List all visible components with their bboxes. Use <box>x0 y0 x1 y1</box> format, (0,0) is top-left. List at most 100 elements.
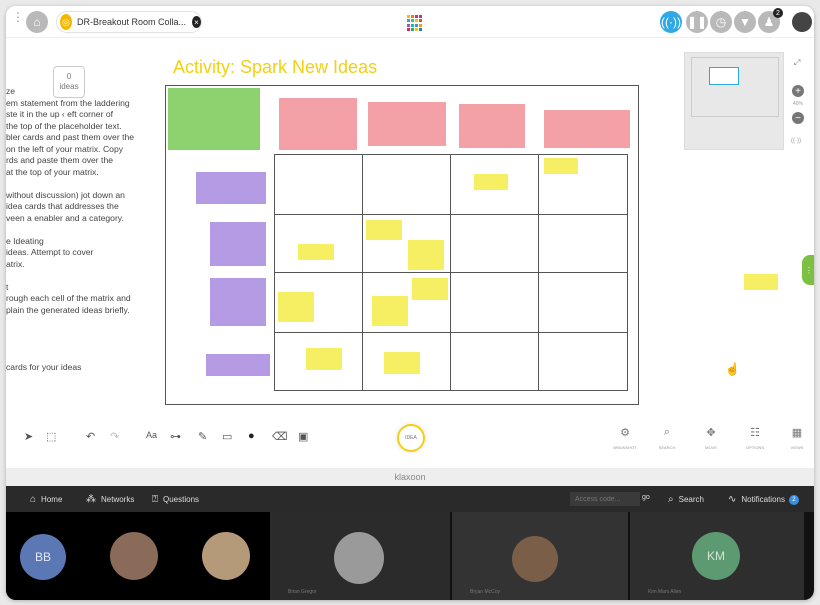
pause-icon[interactable]: ❚❚ <box>686 11 708 33</box>
matrix-line <box>362 154 363 391</box>
video-tile[interactable]: KM Kim Mars Allen <box>630 512 804 600</box>
filter-icon[interactable]: ▼ <box>734 11 756 33</box>
idea-sticky-note[interactable] <box>744 274 778 290</box>
matrix-line <box>450 154 451 391</box>
video-tile[interactable]: Brian Gregor <box>270 512 450 600</box>
nav-home[interactable]: ⌂ Home <box>30 494 62 505</box>
close-tab-icon[interactable]: × <box>192 16 201 28</box>
matrix-line <box>274 272 628 273</box>
instruction-line: idea cards that addresses the <box>6 201 119 211</box>
idea-sticky-note[interactable] <box>474 174 508 190</box>
move-icon: ✥ <box>706 427 716 439</box>
instruction-line: em statement from the laddering <box>6 97 130 108</box>
pen-tool-icon[interactable]: ✎ <box>198 430 207 443</box>
eraser-icon[interactable]: ⌫ <box>272 430 288 443</box>
home-icon: ⌂ <box>30 494 37 505</box>
board-workspace[interactable]: 0 ideas ze em statement from the ladderin… <box>6 38 814 468</box>
move-button[interactable]: ✥ MOVE <box>696 426 726 450</box>
add-idea-button[interactable]: IDEA <box>397 424 425 452</box>
bottom-toolbar: ➤ ⬚ ↶ ↷ Aa ⊶ ✎ ▭ ● ⌫ ▣ IDEA ⚙ BRAINSHOT … <box>6 418 814 468</box>
instruction-line: atrix. <box>6 258 25 269</box>
participants-icon[interactable]: ♟ 2 <box>758 8 783 33</box>
zoom-in-icon[interactable]: + <box>792 85 804 97</box>
instruction-line: e Ideating <box>6 235 44 246</box>
zoom-out-icon[interactable]: − <box>792 112 804 124</box>
instruction-line <box>6 178 141 190</box>
search-button[interactable]: ⌕ SEARCH <box>652 426 682 450</box>
category-card[interactable] <box>459 104 525 148</box>
instruction-line: veen a enabler and a category. <box>6 212 124 223</box>
idea-sticky-note[interactable] <box>544 158 578 174</box>
home-icon[interactable]: ⌂ <box>26 11 48 33</box>
nav-networks[interactable]: ⁂ Networks <box>86 494 134 505</box>
idea-sticky-note[interactable] <box>372 296 408 326</box>
activity-title: Activity: Spark New Ideas <box>173 57 378 77</box>
redo-icon[interactable]: ↷ <box>110 430 119 443</box>
side-panel-toggle[interactable]: ⋮ <box>802 255 814 285</box>
ideation-matrix[interactable] <box>165 85 639 405</box>
enabler-card[interactable] <box>206 354 270 376</box>
idea-sticky-note[interactable] <box>298 244 334 260</box>
instruction-line: plain the generated ideas briefly. <box>6 304 130 315</box>
nav-search[interactable]: ⌕ Search <box>668 494 704 505</box>
gear-icon: ⚙ <box>620 427 630 439</box>
image-tool-icon[interactable]: ▣ <box>298 430 308 443</box>
participant-avatar: BB <box>20 534 66 580</box>
go-button[interactable]: go <box>642 494 650 501</box>
nav-bar: ⌂ Home ⁂ Networks ⍰ Questions go ⌕ Searc… <box>6 486 814 512</box>
undo-icon[interactable]: ↶ <box>86 430 95 443</box>
idea-sticky-note[interactable] <box>412 278 448 300</box>
access-code-input[interactable] <box>570 492 640 506</box>
user-avatar[interactable] <box>792 12 812 32</box>
klaxoon-logo-icon <box>407 15 423 31</box>
idea-sticky-note[interactable] <box>306 348 342 370</box>
pulse-icon: ∿ <box>728 494 737 505</box>
instruction-line <box>6 351 141 363</box>
views-button[interactable]: ▦ VIEWS <box>782 426 812 450</box>
idea-sticky-note[interactable] <box>278 292 314 322</box>
enabler-card[interactable] <box>210 278 266 326</box>
multi-select-tool-icon[interactable]: ⬚ <box>46 430 56 443</box>
video-tile[interactable]: Bryan McCoy <box>452 512 628 600</box>
instruction-line: cards for your ideas <box>6 362 82 372</box>
instruction-line: rds and paste them over the <box>6 155 114 165</box>
enabler-card[interactable] <box>210 222 266 266</box>
idea-sticky-note[interactable] <box>366 220 402 240</box>
select-tool-icon[interactable]: ➤ <box>24 430 33 443</box>
text-tool-icon[interactable]: Aa <box>146 430 157 440</box>
category-card[interactable] <box>368 102 446 146</box>
search-icon: ⌕ <box>663 426 671 438</box>
matrix-line <box>274 390 628 391</box>
instruction-line: ideas. Attempt to cover <box>6 247 94 257</box>
network-icon: ⁂ <box>86 494 96 505</box>
idea-sticky-note[interactable] <box>408 240 444 270</box>
category-card[interactable] <box>279 98 357 150</box>
brand-label: klaxoon <box>6 468 814 486</box>
shape-tool-icon[interactable]: ▭ <box>222 430 232 443</box>
enabler-card[interactable] <box>196 172 266 204</box>
brainshot-button[interactable]: ⚙ BRAINSHOT <box>610 426 640 450</box>
session-tab[interactable]: ◎ DR-Breakout Room Colla... × <box>56 11 202 33</box>
views-icon: ▦ <box>791 427 803 439</box>
matrix-line <box>274 332 628 333</box>
board-minimap[interactable] <box>684 52 784 150</box>
color-picker-icon[interactable]: ● <box>248 430 255 442</box>
broadcast-small-icon[interactable]: ((·)) <box>791 138 801 144</box>
nav-questions[interactable]: ⍰ Questions <box>152 494 199 505</box>
fullscreen-icon[interactable]: ⤢ <box>794 58 800 68</box>
connector-tool-icon[interactable]: ⊶ <box>170 430 181 443</box>
idea-sticky-note[interactable] <box>384 352 420 374</box>
notifications-badge: 2 <box>788 494 799 505</box>
category-card[interactable] <box>544 110 630 148</box>
participants-badge: 2 <box>773 8 783 18</box>
nav-notifications[interactable]: ∿ Notifications 2 <box>728 494 799 505</box>
timer-icon[interactable]: ◷ <box>710 11 732 33</box>
instruction-line: rough each cell of the matrix and <box>6 293 131 303</box>
broadcast-icon[interactable]: ((·)) <box>660 11 682 33</box>
zoom-level: 40% <box>793 101 804 107</box>
video-tile[interactable]: BB <box>6 512 270 600</box>
problem-statement-card[interactable] <box>168 88 260 150</box>
options-button[interactable]: ☷ OPTIONS <box>740 426 770 450</box>
question-icon: ⍰ <box>152 494 158 505</box>
drag-handle-icon[interactable]: ⋮ <box>12 11 24 23</box>
